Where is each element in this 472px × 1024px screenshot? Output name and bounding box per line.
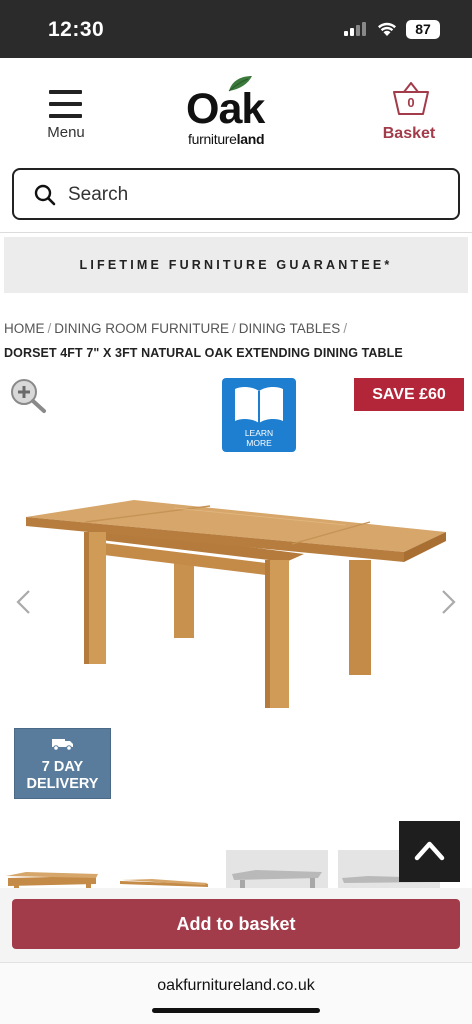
thumbnail-3[interactable] xyxy=(226,850,328,890)
delivery-badge: 7 DAY DELIVERY xyxy=(14,728,111,799)
menu-label: Menu xyxy=(47,124,85,141)
add-to-basket-button[interactable]: Add to basket xyxy=(12,899,460,949)
zoom-in-icon[interactable] xyxy=(8,377,48,415)
delivery-text: 7 DAY DELIVERY xyxy=(26,759,99,792)
product-image[interactable] xyxy=(24,492,448,712)
basket-count: 0 xyxy=(407,95,415,110)
browser-url: oakfurnitureland.co.uk xyxy=(157,977,315,994)
delivery-truck-icon xyxy=(52,739,73,751)
guarantee-text: LIFETIME FURNITURE GUARANTEE* xyxy=(79,258,393,272)
breadcrumb-separator: / xyxy=(47,321,52,336)
breadcrumb-separator: / xyxy=(232,321,236,336)
site-header: Menu Oak furnitureland 0 Basket xyxy=(0,58,472,163)
status-time: 12:30 xyxy=(48,18,105,41)
breadcrumb-dining-room-furniture[interactable]: DINING ROOM FURNITURE xyxy=(54,321,229,336)
site-logo[interactable]: Oak furnitureland xyxy=(186,74,288,147)
scroll-to-top-button[interactable] xyxy=(399,821,460,882)
breadcrumb-home[interactable]: HOME xyxy=(4,321,45,336)
add-to-basket-bar: Add to basket xyxy=(0,888,472,962)
guarantee-banner[interactable]: LIFETIME FURNITURE GUARANTEE* xyxy=(4,237,468,293)
learn-more-text: LEARN MORE xyxy=(244,428,274,448)
basket-label: Basket xyxy=(382,125,436,142)
thumbnail-2[interactable] xyxy=(112,850,214,890)
chevron-up-icon xyxy=(414,841,445,861)
breadcrumb-dining-tables[interactable]: DINING TABLES xyxy=(239,321,341,336)
open-book-icon xyxy=(235,386,283,423)
wifi-icon xyxy=(378,22,396,36)
menu-button[interactable]: Menu xyxy=(40,88,92,148)
hamburger-icon xyxy=(49,90,82,118)
product-title: DORSET 4FT 7" X 3FT NATURAL OAK EXTENDIN… xyxy=(4,346,403,360)
breadcrumb-separator: / xyxy=(343,321,348,336)
cellular-signal-icon xyxy=(344,22,366,36)
gallery-prev-button[interactable] xyxy=(12,588,36,616)
battery-indicator: 87 xyxy=(406,20,440,39)
search-icon xyxy=(34,184,56,206)
home-indicator[interactable] xyxy=(152,1008,320,1013)
save-badge: SAVE £60 xyxy=(354,378,464,411)
thumbnail-1[interactable] xyxy=(0,850,102,890)
header-divider xyxy=(0,232,472,233)
learn-more-button[interactable]: LEARN MORE xyxy=(222,378,296,452)
basket-button[interactable]: 0 Basket xyxy=(376,82,442,146)
browser-url-bar[interactable]: oakfurnitureland.co.uk xyxy=(0,962,472,1024)
search-placeholder: Search xyxy=(68,184,129,205)
breadcrumb: HOME / DINING ROOM FURNITURE / DINING TABLES… xyxy=(4,321,470,336)
search-input[interactable]: Search xyxy=(12,168,460,220)
gallery-next-button[interactable] xyxy=(436,588,460,616)
logo-wordmark: Oak xyxy=(186,85,265,133)
status-bar: 12:30 87 xyxy=(0,0,472,58)
logo-subtitle: furnitureland xyxy=(188,131,265,147)
